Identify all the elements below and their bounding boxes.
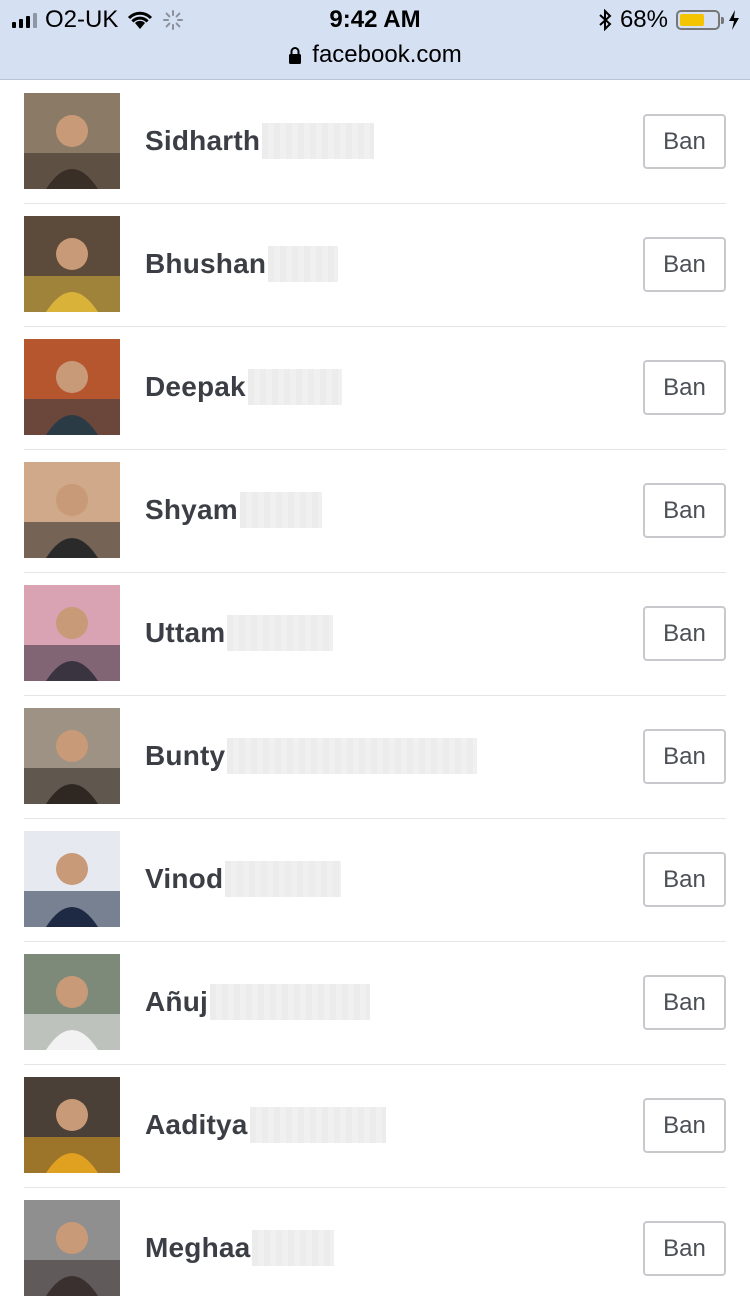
battery-icon bbox=[676, 10, 724, 30]
redacted-surname bbox=[239, 492, 322, 528]
charging-bolt-icon bbox=[729, 10, 739, 30]
member-avatar[interactable] bbox=[24, 585, 120, 681]
member-name[interactable]: Aaditya bbox=[145, 1109, 248, 1141]
member-row: Vinod Ban bbox=[24, 819, 726, 942]
member-name-wrap: Shyam bbox=[145, 488, 322, 532]
member-row: Sidharth Ban bbox=[24, 81, 726, 204]
member-list: Sidharth Ban Bhushan Ban Deepak Ban Shyam Ban Ut… bbox=[0, 81, 750, 1310]
redacted-surname bbox=[227, 738, 478, 774]
member-row: Deepak Ban bbox=[24, 327, 726, 450]
redacted-surname bbox=[225, 861, 342, 897]
member-avatar[interactable] bbox=[24, 1200, 120, 1296]
member-name[interactable]: Vinod bbox=[145, 863, 223, 895]
member-name[interactable]: Uttam bbox=[145, 617, 225, 649]
ban-button[interactable]: Ban bbox=[643, 1098, 726, 1153]
member-avatar[interactable] bbox=[24, 462, 120, 558]
member-avatar[interactable] bbox=[24, 831, 120, 927]
url-text: facebook.com bbox=[312, 41, 462, 68]
browser-top-bar: O2-UK 9:42 AM 68% facebook.com bbox=[0, 0, 750, 80]
member-name[interactable]: Shyam bbox=[145, 494, 238, 526]
member-name-wrap: Vinod bbox=[145, 857, 342, 901]
member-row: Bhushan Ban bbox=[24, 204, 726, 327]
member-name[interactable]: Meghaa bbox=[145, 1232, 250, 1264]
member-name[interactable]: Añuj bbox=[145, 986, 208, 1018]
redacted-surname bbox=[249, 1107, 386, 1143]
address-bar[interactable]: facebook.com bbox=[0, 40, 750, 70]
redacted-surname bbox=[227, 615, 334, 651]
battery-level-fill bbox=[680, 14, 705, 26]
redacted-surname bbox=[210, 984, 371, 1020]
bluetooth-icon bbox=[599, 9, 612, 31]
member-row: Shyam Ban bbox=[24, 450, 726, 573]
ban-button[interactable]: Ban bbox=[643, 237, 726, 292]
member-name-wrap: Bunty bbox=[145, 734, 478, 778]
member-name-wrap: Deepak bbox=[145, 365, 342, 409]
member-name[interactable]: Sidharth bbox=[145, 125, 260, 157]
member-name-wrap: Bhushan bbox=[145, 242, 339, 286]
member-avatar[interactable] bbox=[24, 954, 120, 1050]
member-avatar[interactable] bbox=[24, 339, 120, 435]
member-row: Añuj Ban bbox=[24, 942, 726, 1065]
member-name-wrap: Meghaa bbox=[145, 1226, 335, 1270]
ban-button[interactable]: Ban bbox=[643, 852, 726, 907]
redacted-surname bbox=[247, 369, 342, 405]
ban-button[interactable]: Ban bbox=[643, 114, 726, 169]
member-avatar[interactable] bbox=[24, 93, 120, 189]
ban-button[interactable]: Ban bbox=[643, 360, 726, 415]
member-name-wrap: Aaditya bbox=[145, 1103, 386, 1147]
member-name-wrap: Sidharth bbox=[145, 119, 375, 163]
member-name[interactable]: Bhushan bbox=[145, 248, 266, 280]
ban-button[interactable]: Ban bbox=[643, 729, 726, 784]
member-avatar[interactable] bbox=[24, 708, 120, 804]
status-bar-right: 68% bbox=[598, 6, 740, 33]
lock-icon bbox=[289, 47, 302, 64]
ban-button[interactable]: Ban bbox=[643, 483, 726, 538]
member-name-wrap: Uttam bbox=[145, 611, 334, 655]
member-name-wrap: Añuj bbox=[145, 980, 371, 1024]
ban-button[interactable]: Ban bbox=[643, 975, 726, 1030]
member-avatar[interactable] bbox=[24, 216, 120, 312]
member-row: Meghaa Ban bbox=[24, 1188, 726, 1310]
member-row: Bunty Ban bbox=[24, 696, 726, 819]
member-avatar[interactable] bbox=[24, 1077, 120, 1173]
ban-button[interactable]: Ban bbox=[643, 1221, 726, 1276]
member-name[interactable]: Deepak bbox=[145, 371, 246, 403]
member-name[interactable]: Bunty bbox=[145, 740, 225, 772]
member-row: Uttam Ban bbox=[24, 573, 726, 696]
redacted-surname bbox=[268, 246, 339, 282]
redacted-surname bbox=[252, 1230, 335, 1266]
member-row: Aaditya Ban bbox=[24, 1065, 726, 1188]
battery-percentage: 68% bbox=[619, 6, 668, 33]
redacted-surname bbox=[262, 123, 375, 159]
ban-button[interactable]: Ban bbox=[643, 606, 726, 661]
